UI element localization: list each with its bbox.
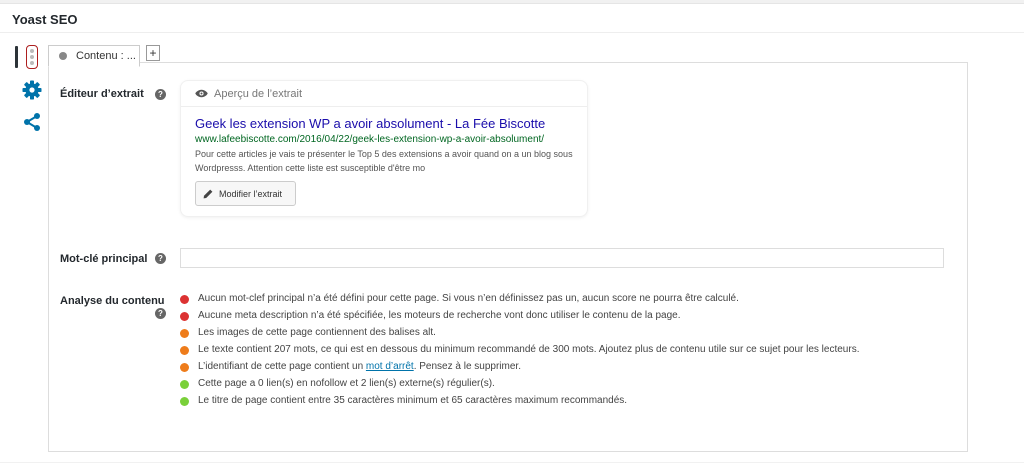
vertical-tabs [0, 34, 48, 463]
help-icon[interactable]: ? [155, 253, 166, 264]
analysis-result-item: Le titre de page contient entre 35 carac… [180, 394, 900, 408]
analysis-result-text: Cette page a 0 lien(s) en nofollow et 2 … [198, 378, 495, 389]
edit-snippet-button[interactable]: Modifier l’extrait [195, 181, 296, 206]
snippet-description[interactable]: Pour cette articles je vais te présenter… [195, 147, 579, 175]
analysis-result-text: Aucune meta description n’a été spécifié… [198, 310, 681, 321]
content-analysis-label: Analyse du contenu [60, 295, 165, 307]
gear-icon [22, 80, 42, 100]
metabox-header[interactable]: Yoast SEO [0, 4, 1024, 33]
analysis-result-item: Les images de cette page contiennent des… [180, 326, 900, 340]
snippet-preview: Aperçu de l’extrait Geek les extension W… [180, 80, 588, 217]
analysis-result-text: . Pensez à le supprimer. [413, 361, 521, 372]
edit-snippet-label: Modifier l’extrait [219, 188, 283, 199]
analysis-result-text: Les images de cette page contiennent des… [198, 327, 436, 338]
help-icon[interactable]: ? [155, 308, 166, 319]
snippet-title[interactable]: Geek les extension WP a avoir absolument… [195, 116, 545, 131]
analysis-result-text: Le texte contient 207 mots, ce qui est e… [198, 344, 860, 355]
traffic-light-icon [26, 45, 38, 69]
status-orange-bullet-icon [180, 346, 189, 355]
analysis-result-item: Aucun mot-clef principal n’a été défini … [180, 292, 900, 306]
analysis-result-item: Cette page a 0 lien(s) en nofollow et 2 … [180, 377, 900, 391]
status-green-bullet-icon [180, 397, 189, 406]
status-green-bullet-icon [180, 380, 189, 389]
analysis-results-list: Aucun mot-clef principal n’a été défini … [180, 292, 900, 411]
pencil-icon [203, 189, 213, 198]
focus-keyword-input[interactable] [180, 248, 944, 268]
tab-advanced[interactable] [0, 80, 48, 108]
stop-word-link[interactable]: mot d’arrêt [366, 361, 414, 372]
snippet-preview-label: Aperçu de l’extrait [214, 87, 303, 100]
focus-keyword-label: Mot-clé principal [60, 253, 148, 265]
snippet-editor-label: Éditeur d’extrait [60, 88, 144, 100]
tab-social[interactable] [0, 112, 48, 140]
metabox-title: Yoast SEO [12, 12, 78, 27]
tab-content-analysis[interactable] [0, 44, 48, 72]
share-icon [24, 113, 40, 131]
analysis-result-item: L’identifiant de cette page contient un … [180, 360, 900, 374]
help-icon[interactable]: ? [155, 89, 166, 100]
analysis-result-item: Aucune meta description n’a été spécifié… [180, 309, 900, 323]
analysis-result-text: Le titre de page contient entre 35 carac… [198, 395, 628, 406]
add-keyword-tab-button[interactable]: + [146, 45, 160, 61]
analysis-result-text: Aucun mot-clef principal n’a été défini … [198, 293, 739, 304]
status-red-bullet-icon [180, 295, 189, 304]
analysis-result-text: L’identifiant de cette page contient un [198, 361, 366, 372]
content-panel: Éditeur d’extrait ? Aperçu de l’extrait … [48, 62, 968, 452]
snippet-url[interactable]: www.lafeebiscotte.com/2016/04/22/geek-le… [195, 134, 544, 145]
tab-content[interactable]: Contenu : ... [48, 45, 140, 67]
status-red-bullet-icon [180, 312, 189, 321]
status-orange-bullet-icon [180, 363, 189, 372]
snippet-preview-header[interactable]: Aperçu de l’extrait [181, 81, 587, 107]
eye-icon [195, 89, 208, 98]
score-dot-icon [59, 52, 67, 60]
analysis-result-item: Le texte contient 207 mots, ce qui est e… [180, 343, 900, 357]
status-orange-bullet-icon [180, 329, 189, 338]
tab-content-label: Contenu : ... [76, 50, 136, 62]
